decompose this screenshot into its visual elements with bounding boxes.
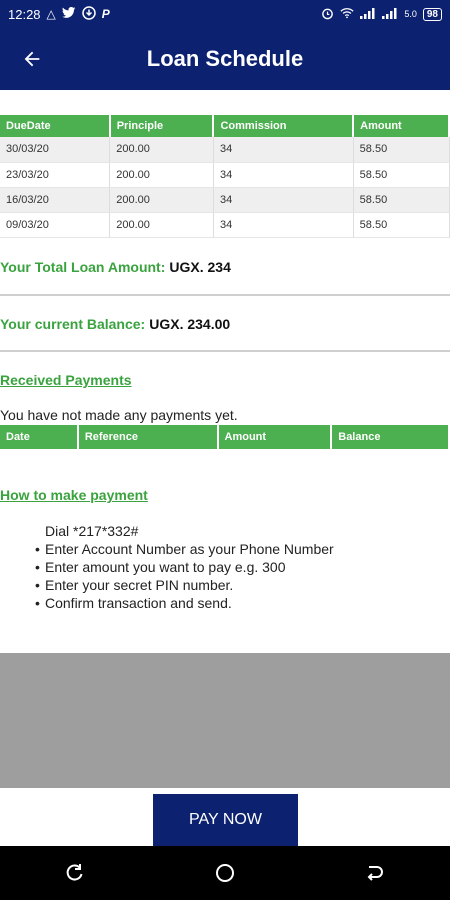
payments-table: Date Reference Amount Balance: [0, 425, 450, 449]
download-icon: [82, 6, 96, 22]
dial-code: *217*332#: [73, 523, 139, 539]
table-cell: 200.00: [109, 137, 214, 163]
dial-line: Dial *217*332#: [45, 522, 334, 540]
gray-panel: [0, 653, 450, 788]
table-cell: 200.00: [109, 187, 214, 213]
battery-icon: 98: [422, 7, 442, 21]
back-nav-icon: [367, 866, 383, 881]
list-item: Confirm transaction and send.: [45, 594, 334, 612]
signal-icon-2: [382, 7, 398, 21]
status-time: 12:28: [8, 6, 41, 22]
page-title: Loan Schedule: [146, 46, 304, 71]
back-nav-button[interactable]: [345, 846, 405, 900]
table-cell: 200.00: [109, 212, 214, 238]
arrow-left-icon: [24, 51, 40, 67]
table-cell: 58.50: [353, 162, 450, 188]
column-header: DueDate: [0, 115, 111, 137]
dial-label: Dial: [45, 523, 70, 539]
balance-label: Your current Balance:: [0, 316, 146, 332]
table-row: 09/03/20 200.00 34 58.50: [0, 212, 450, 238]
back-button[interactable]: [0, 28, 64, 90]
pay-now-button[interactable]: PAY NOW: [153, 794, 298, 846]
no-payments-text: You have not made any payments yet.: [0, 407, 238, 423]
recents-button[interactable]: [45, 846, 105, 900]
alarm-icon: [321, 7, 334, 22]
network-speed: 5.0: [404, 9, 417, 19]
warning-icon: △: [46, 7, 56, 21]
column-header: Amount: [217, 425, 333, 449]
table-cell: 23/03/20: [0, 162, 111, 188]
home-icon: [216, 864, 234, 882]
paypal-icon: P: [101, 7, 110, 21]
table-cell: 09/03/20: [0, 212, 111, 238]
table-cell: 30/03/20: [0, 137, 111, 163]
divider: [0, 294, 450, 296]
column-header: Date: [0, 425, 79, 449]
table-cell: 16/03/20: [0, 187, 111, 213]
recents-icon: [66, 864, 83, 881]
total-loan-line: Your Total Loan Amount: UGX. 234: [0, 259, 231, 275]
balance-line: Your current Balance: UGX. 234.00: [0, 316, 230, 332]
table-cell: 34: [213, 137, 354, 163]
table-cell: 34: [213, 212, 354, 238]
table-cell: 58.50: [353, 212, 450, 238]
divider: [0, 350, 450, 352]
signal-icon: [360, 7, 376, 21]
total-loan-label: Your Total Loan Amount:: [0, 259, 166, 275]
wifi-icon: [340, 7, 354, 21]
column-header: Reference: [77, 425, 219, 449]
list-item: Enter amount you want to pay e.g. 300: [45, 558, 334, 576]
status-bar: 12:28 △ P 5.0 98: [0, 0, 450, 28]
table-row: 30/03/20 200.00 34 58.50: [0, 137, 450, 163]
app-bar: Loan Schedule: [0, 28, 450, 90]
how-to-pay-link[interactable]: How to make payment: [0, 487, 148, 503]
table-header-row: DueDate Principle Commission Amount: [0, 115, 450, 137]
table-header-row: Date Reference Amount Balance: [0, 425, 450, 449]
column-header: Commission: [213, 115, 355, 137]
column-header: Balance: [331, 425, 450, 449]
loan-schedule-table: DueDate Principle Commission Amount 30/0…: [0, 115, 450, 238]
table-cell: 58.50: [353, 187, 450, 213]
column-header: Principle: [109, 115, 215, 137]
twitter-icon: [61, 6, 76, 21]
table-row: 23/03/20 200.00 34 58.50: [0, 162, 450, 188]
table-cell: 34: [213, 187, 354, 213]
payment-instructions: Dial *217*332# Enter Account Number as y…: [45, 522, 334, 612]
table-row: 16/03/20 200.00 34 58.50: [0, 187, 450, 213]
list-item: Enter your secret PIN number.: [45, 576, 334, 594]
balance-value: UGX. 234.00: [149, 316, 231, 332]
table-cell: 34: [213, 162, 354, 188]
home-button[interactable]: [195, 846, 255, 900]
table-cell: 200.00: [109, 162, 214, 188]
steps-list: Enter Account Number as your Phone Numbe…: [45, 540, 334, 612]
column-header: Amount: [353, 115, 450, 137]
total-loan-value: UGX. 234: [169, 259, 231, 275]
list-item: Enter Account Number as your Phone Numbe…: [45, 540, 334, 558]
table-cell: 58.50: [353, 137, 450, 163]
received-payments-link[interactable]: Received Payments: [0, 372, 132, 388]
system-nav-bar: [0, 846, 450, 900]
